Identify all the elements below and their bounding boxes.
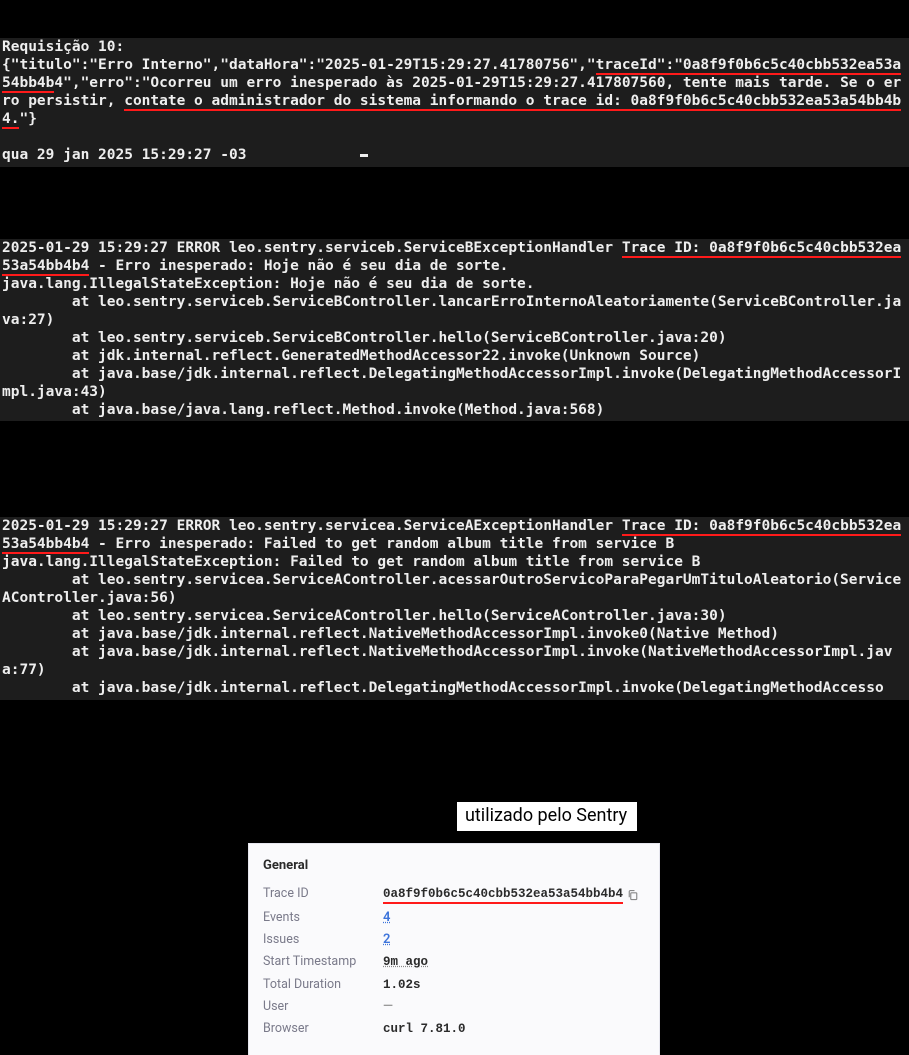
label-start-timestamp: Start Timestamp bbox=[263, 954, 383, 970]
link-events[interactable]: 4 bbox=[383, 910, 390, 926]
log-timestamp: 2025-01-29 15:29:27 bbox=[2, 518, 177, 534]
log-text: leo.sentry.serviceb.ServiceBExceptionHan… bbox=[220, 240, 622, 256]
trace-id-message-highlight: contate o administrador do sistema infor… bbox=[2, 93, 901, 129]
copy-icon[interactable] bbox=[627, 889, 639, 901]
value-trace-id: 0a8f9f0b6c5c40cbb532ea53a54bb4b4 bbox=[383, 887, 639, 905]
log-text: - Erro inesperado: Hoje não é seu dia de… bbox=[2, 258, 901, 418]
terminal-cursor bbox=[360, 154, 368, 157]
row-issues: Issues 2 bbox=[263, 929, 641, 951]
log-level-error: ERROR bbox=[177, 240, 221, 256]
label-trace-id: Trace ID bbox=[263, 886, 383, 902]
log-text: - Erro inesperado: Failed to get random … bbox=[2, 536, 901, 696]
value-user: — bbox=[383, 999, 393, 1015]
log-text: "} qua 29 jan 2025 15:29:27 -03 bbox=[2, 111, 360, 163]
log-text: leo.sentry.servicea.ServiceAExceptionHan… bbox=[220, 518, 622, 534]
label-browser: Browser bbox=[263, 1021, 383, 1037]
panel-heading: General bbox=[263, 858, 641, 874]
log-level-error: ERROR bbox=[177, 518, 221, 534]
row-user: User — bbox=[263, 996, 641, 1018]
row-start-timestamp: Start Timestamp 9m ago bbox=[263, 951, 641, 974]
row-events: Events 4 bbox=[263, 907, 641, 929]
value-start-timestamp: 9m ago bbox=[383, 955, 428, 971]
terminal-output-3: 2025-01-29 15:29:27 ERROR leo.sentry.ser… bbox=[0, 517, 909, 700]
link-issues[interactable]: 2 bbox=[383, 932, 390, 948]
row-trace-id: Trace ID 0a8f9f0b6c5c40cbb532ea53a54bb4b… bbox=[263, 883, 641, 908]
terminal-output-1: Requisição 10: {"titulo":"Erro Interno",… bbox=[0, 38, 909, 167]
value-browser: curl 7.81.0 bbox=[383, 1022, 466, 1038]
label-user: User bbox=[263, 999, 383, 1015]
log-timestamp: 2025-01-29 15:29:27 bbox=[2, 240, 177, 256]
sentry-general-panel: General Trace ID 0a8f9f0b6c5c40cbb532ea5… bbox=[248, 843, 660, 1055]
label-issues: Issues bbox=[263, 932, 383, 948]
label-total-duration: Total Duration bbox=[263, 977, 383, 993]
trace-id-text: 0a8f9f0b6c5c40cbb532ea53a54bb4b4 bbox=[383, 887, 623, 905]
terminal-output-2: 2025-01-29 15:29:27 ERROR leo.sentry.ser… bbox=[0, 239, 909, 422]
caption-label: utilizado pelo Sentry bbox=[454, 802, 637, 831]
row-total-duration: Total Duration 1.02s bbox=[263, 974, 641, 997]
value-total-duration: 1.02s bbox=[383, 978, 421, 994]
label-events: Events bbox=[263, 910, 383, 926]
row-browser: Browser curl 7.81.0 bbox=[263, 1018, 641, 1041]
log-text: Requisição 10: {"titulo":"Erro Interno",… bbox=[2, 39, 596, 73]
